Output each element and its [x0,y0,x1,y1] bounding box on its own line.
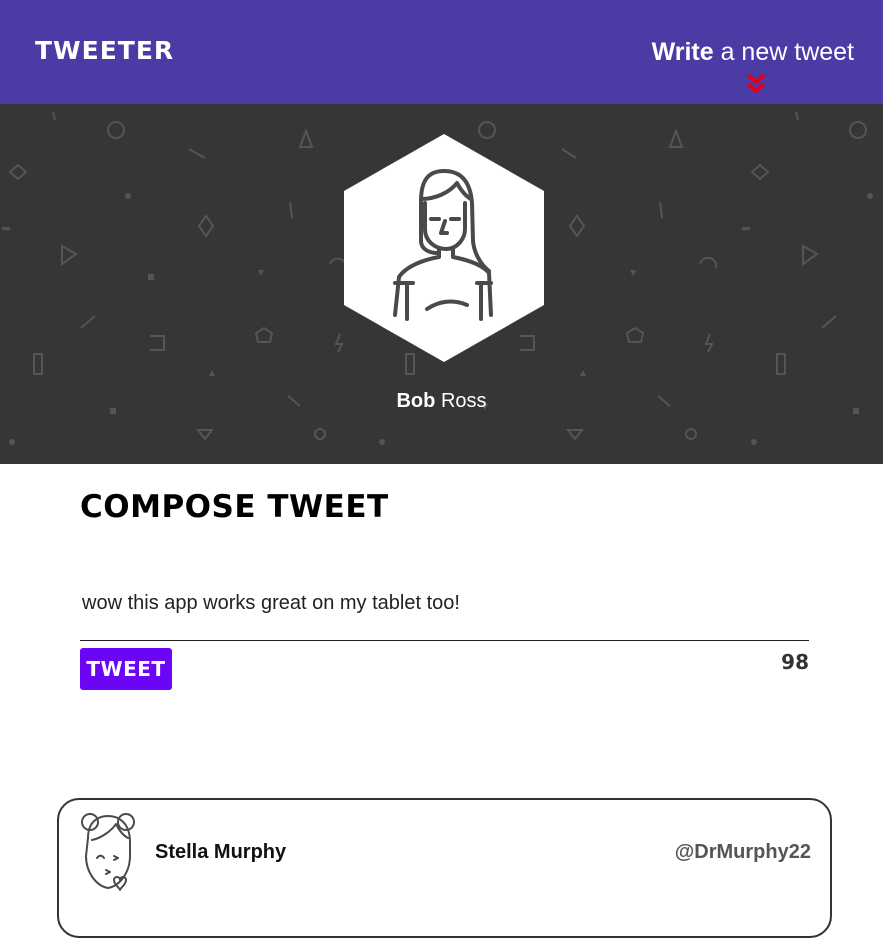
top-navbar: TWEETER Write a new tweet [0,0,883,104]
tweet-button[interactable]: TWEET [80,648,172,690]
write-link-bold: Write [651,38,714,66]
woman-kissing-avatar-icon [81,813,135,891]
tweet-author-name: Stella Murphy [155,841,287,863]
compose-title: COMPOSE TWEET [80,489,389,525]
brand-logo[interactable]: TWEETER [35,36,174,65]
username-last: Ross [440,390,487,412]
write-link-rest: a new tweet [713,38,854,66]
profile-username: Bob Ross [0,390,883,413]
write-new-tweet-link[interactable]: Write a new tweet [652,38,854,67]
profile-header: Bob Ross [0,104,883,464]
tweet-text-input[interactable]: wow this app works great on my tablet to… [80,586,809,641]
double-chevron-down-icon[interactable] [746,73,766,95]
user-avatar [344,134,544,362]
char-counter: 98 [781,650,809,674]
username-first: Bob [396,390,436,412]
tweet-card: Stella Murphy @DrMurphy22 [57,798,832,938]
tweet-author-handle[interactable]: @DrMurphy22 [675,841,811,864]
